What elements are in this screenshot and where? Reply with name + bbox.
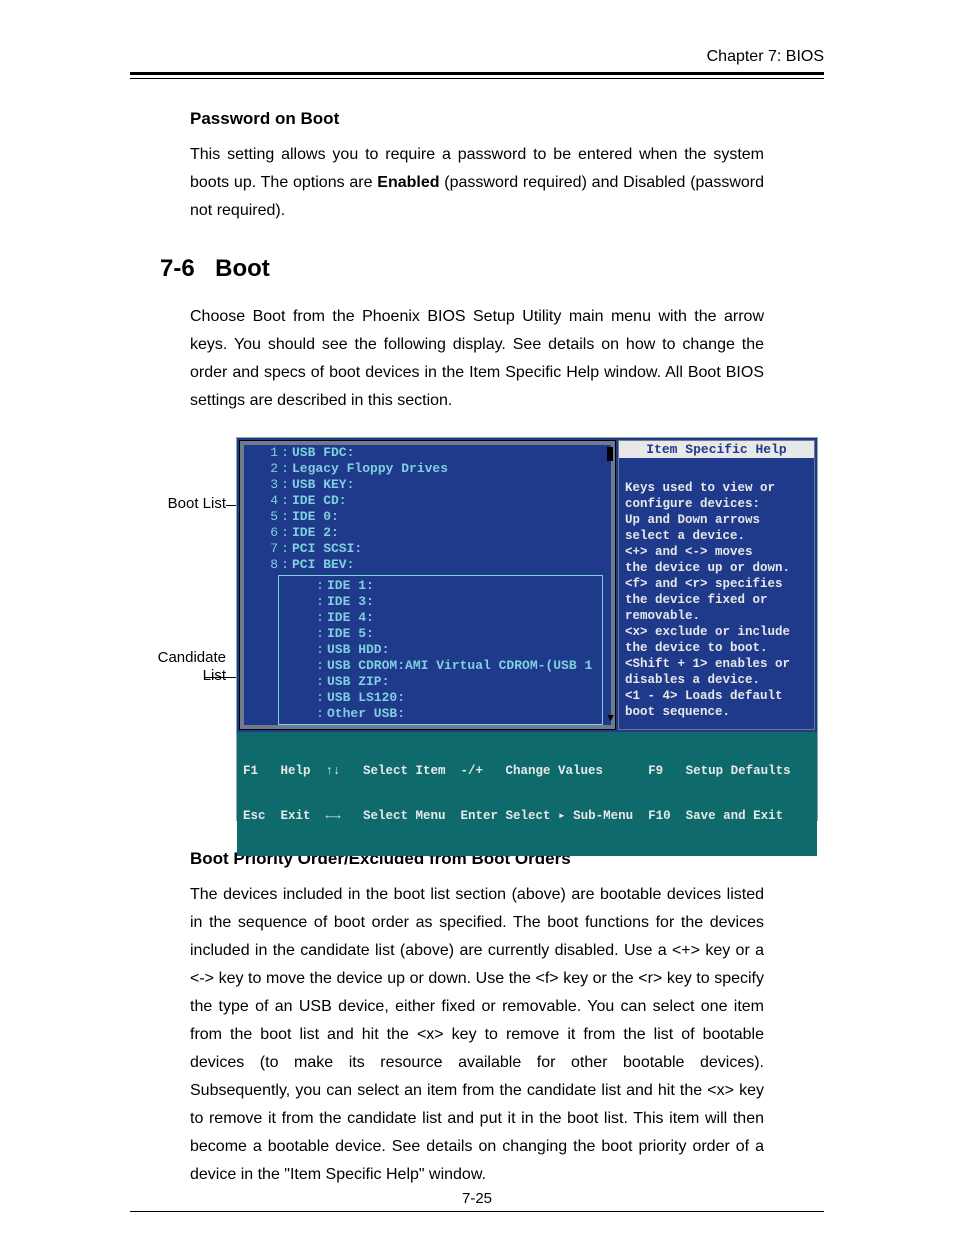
boot-list-row: 4:IDE CD: [244,493,611,509]
candidate-list-row: :USB LS120: [279,690,602,706]
para-boot-intro: Choose Boot from the Phoenix BIOS Setup … [190,303,764,415]
heading-password-on-boot: Password on Boot [190,109,764,129]
bios-figure: Boot List Candidate List ▼ 1:USB FDC:2:L… [156,437,764,821]
candidate-list-row: :IDE 3: [279,594,602,610]
callout-text: List [203,667,226,684]
callout-candidate-list: Candidate List [148,649,226,685]
candidate-list-row: :USB HDD: [279,642,602,658]
boot-list-row: 2:Legacy Floppy Drives [244,461,611,477]
candidate-list-row: :Other USB: [279,706,602,722]
page-number: 7-25 [0,1190,954,1207]
boot-list: 1:USB FDC:2:Legacy Floppy Drives3:USB KE… [244,445,611,573]
candidate-list-row: :IDE 1: [279,578,602,594]
help-body: Keys used to view or configure devices: … [619,458,814,726]
callout-boot-list: Boot List [148,495,226,513]
boot-list-row: 5:IDE 0: [244,509,611,525]
section-heading: 7-6 Boot [160,255,764,283]
boot-list-row: 7:PCI SCSI: [244,541,611,557]
footer-line-2: Esc Exit ←→ Select Menu Enter Select ▸ S… [243,809,811,824]
para-password-on-boot: This setting allows you to require a pas… [190,141,764,225]
bios-footer: F1 Help ↑↓ Select Item -/+ Change Values… [237,732,817,856]
scrollbar-thumb [607,447,613,461]
bold-enabled: Enabled [377,174,439,191]
help-title: Item Specific Help [619,441,814,458]
callout-text: Candidate [158,649,226,666]
candidate-list-row: :IDE 4: [279,610,602,626]
boot-list-row: 6:IDE 2: [244,525,611,541]
section-title: Boot [215,255,270,282]
chapter-header: Chapter 7: BIOS [130,48,824,72]
section-number: 7-6 [160,255,195,282]
bios-screenshot: ▼ 1:USB FDC:2:Legacy Floppy Drives3:USB … [236,437,818,821]
boot-list-row: 1:USB FDC: [244,445,611,461]
footer-line-1: F1 Help ↑↓ Select Item -/+ Change Values… [243,764,811,779]
candidate-list-row: :IDE 5: [279,626,602,642]
footer-rule [130,1211,824,1212]
bios-left-panel: ▼ 1:USB FDC:2:Legacy Floppy Drives3:USB … [239,440,616,730]
boot-list-row: 8:PCI BEV: [244,557,611,573]
scrollbar-arrow-down-icon: ▼ [607,713,614,725]
header-rule [130,72,824,79]
bios-help-panel: Item Specific Help Keys used to view or … [618,440,815,730]
candidate-list-row: :USB ZIP: [279,674,602,690]
boot-list-row: 3:USB KEY: [244,477,611,493]
para-boot-priority: The devices included in the boot list se… [190,881,764,1189]
candidate-list-row: :USB CDROM:AMI Virtual CDROM-(USB 1 [279,658,602,674]
candidate-list: :IDE 1::IDE 3::IDE 4::IDE 5::USB HDD::US… [278,575,603,725]
